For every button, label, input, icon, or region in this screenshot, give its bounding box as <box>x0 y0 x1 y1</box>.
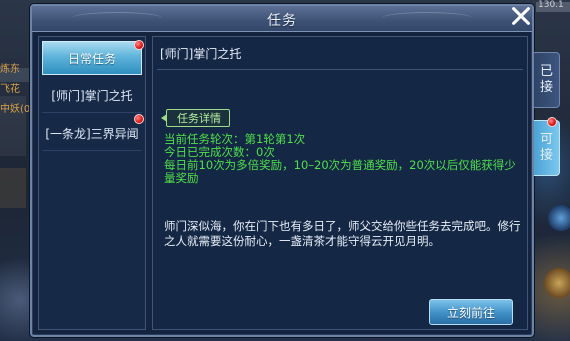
dialog-titlebar: 任务 <box>32 6 532 32</box>
skill-orb-icon <box>544 268 570 298</box>
dialog-title: 任务 <box>267 13 297 29</box>
hud-left-fragments: 炼东 飞花 中妖(0 <box>0 60 30 200</box>
quest-list-item-dragon[interactable]: [一条龙]三界异闻 <box>42 114 144 151</box>
go-now-button[interactable]: 立刻前往 <box>429 299 513 325</box>
side-tab-available[interactable]: 可接 <box>534 117 560 176</box>
quest-name: [师门]掌门之托 <box>160 47 242 61</box>
hud-left-text: 中妖(0 <box>0 104 30 115</box>
quest-progress-info: 当前任务轮次：第1轮第1次 今日已完成次数：0次 每日前10次为多倍奖励，10–… <box>164 133 524 185</box>
info-line: 每日前10次为多倍奖励，10–20次为普通奖励，20次以后仅能获得少量奖励 <box>164 158 516 185</box>
skill-orb-icon <box>548 205 570 231</box>
close-button[interactable] <box>506 2 536 30</box>
alert-dot-icon <box>547 117 557 127</box>
side-tab-label: 已接 <box>539 64 553 95</box>
quest-dialog: 任务 日常任务 [师门]掌门之托 [一条龙]三界异闻 [师门]掌门之托 任务详情… <box>30 4 534 337</box>
close-icon <box>512 7 530 25</box>
hud-left-text: 飞花 <box>0 84 20 95</box>
quest-list-item-daily[interactable]: 日常任务 <box>42 40 144 75</box>
side-tab-label: 可接 <box>539 132 553 163</box>
divider <box>157 69 523 70</box>
alert-dot-icon <box>134 114 144 124</box>
section-tag-quest-details: 任务详情 <box>161 109 230 127</box>
side-tab-accepted[interactable]: 已接 <box>534 52 560 108</box>
quest-detail-panel: [师门]掌门之托 任务详情 当前任务轮次：第1轮第1次 今日已完成次数：0次 每… <box>152 36 528 330</box>
quest-description: 师门深似海，你在门下也有多日了，师父交给你些任务去完成吧。修行之人就需要这份耐心… <box>164 219 521 248</box>
quest-list-item-sect[interactable]: [师门]掌门之托 <box>42 79 142 113</box>
tag-arrow-icon <box>161 114 167 122</box>
quest-list-item-label: [师门]掌门之托 <box>51 89 133 103</box>
quest-list-item-label: [一条龙]三界异闻 <box>45 127 139 141</box>
quest-list-item-label: 日常任务 <box>67 51 116 66</box>
quest-list-panel: 日常任务 [师门]掌门之托 [一条龙]三界异闻 <box>38 36 146 330</box>
section-tag-label: 任务详情 <box>177 112 221 125</box>
hud-top-right-value: 130.1 <box>538 0 564 10</box>
hud-left-text: 炼东 <box>0 64 20 75</box>
alert-dot-icon <box>134 40 144 50</box>
